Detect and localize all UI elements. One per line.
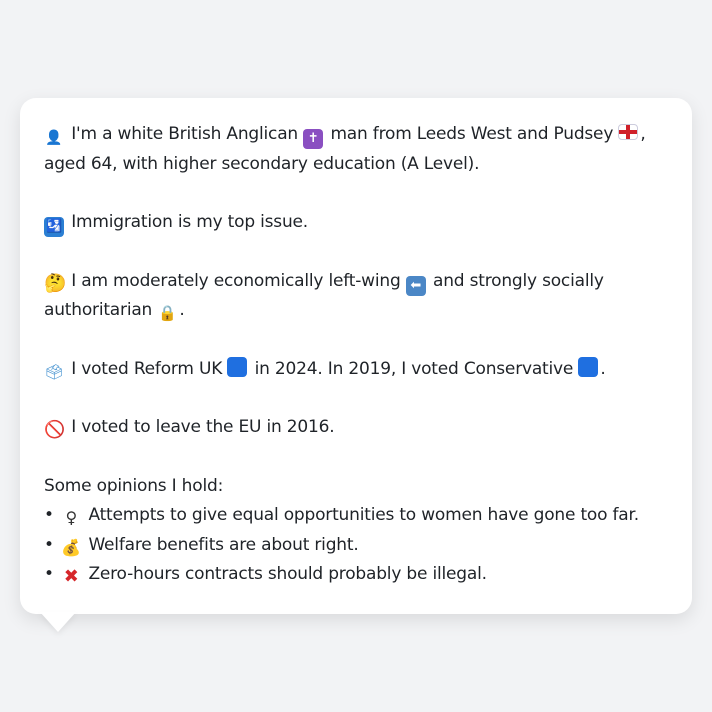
female-sign-icon: ♀	[65, 508, 77, 527]
identity-text-3: aged 64, with higher secondary education…	[44, 153, 480, 174]
reform-blue-square-icon	[227, 356, 248, 377]
identity-paragraph: 👤 I'm a white British Anglican ✝ man fro…	[44, 120, 668, 179]
ideology-text-1: I am moderately economically left-wing	[71, 270, 401, 291]
speech-bubble-tail	[40, 612, 76, 632]
person-icon: 👤	[45, 130, 63, 146]
opinion-text: Attempts to give equal opportunities to …	[88, 505, 639, 525]
bullet: •	[44, 505, 54, 525]
bullet: •	[44, 534, 54, 555]
identity-text-1: I'm a white British Anglican	[71, 124, 298, 144]
bullet: •	[44, 564, 54, 584]
list-item: • 💰 Welfare benefits are about right.	[44, 531, 668, 561]
left-arrow-icon: ⬅	[405, 275, 426, 296]
prohibited-icon: 🚫	[44, 420, 65, 440]
persona-card: 👤 I'm a white British Anglican ✝ man fro…	[20, 98, 692, 614]
issue-paragraph: 🛂 Immigration is my top issue.	[44, 208, 668, 238]
opinions-list: • ♀ Attempts to give equal opportunities…	[44, 501, 668, 590]
england-flag-icon	[618, 124, 639, 140]
issue-text: Immigration is my top issue.	[71, 212, 308, 232]
ideology-paragraph: 🤔 I am moderately economically left-wing…	[44, 267, 668, 326]
list-item: • ♀ Attempts to give equal opportunities…	[44, 501, 668, 531]
vote-period: .	[600, 358, 606, 379]
money-bag-icon: 💰	[61, 537, 82, 557]
conservative-blue-square-icon	[578, 356, 599, 377]
passport-control-icon: 🛂	[44, 217, 64, 237]
opinions-heading: Some opinions I hold:	[44, 475, 224, 496]
ideology-text-3: authoritarian	[44, 300, 153, 320]
ballot-box-icon: 🗳	[44, 362, 64, 381]
brexit-paragraph: 🚫 I voted to leave the EU in 2016.	[44, 413, 668, 443]
opinion-text: Welfare benefits are about right.	[88, 534, 359, 555]
identity-comma: ,	[640, 124, 646, 144]
lock-icon: 🔒	[158, 304, 177, 322]
list-item: • ✖ Zero-hours contracts should probably…	[44, 560, 668, 590]
brexit-text: I voted to leave the EU in 2016.	[71, 417, 335, 437]
vote-paragraph: 🗳 I voted Reform UK in 2024. In 2019, I …	[44, 355, 668, 385]
opinion-text: Zero-hours contracts should probably be …	[88, 564, 487, 584]
ideology-text-2: and strongly socially	[433, 270, 604, 291]
cross-icon: ✝	[303, 129, 324, 149]
vote-text-2: in 2024. In 2019, I voted Conservative	[254, 358, 574, 379]
thinking-face-icon: 🤔	[44, 272, 67, 294]
identity-text-2: man from Leeds West and Pudsey	[330, 124, 614, 144]
cross-mark-icon: ✖	[63, 566, 79, 587]
vote-text-1: I voted Reform UK	[71, 358, 223, 379]
ideology-period: .	[179, 300, 185, 320]
